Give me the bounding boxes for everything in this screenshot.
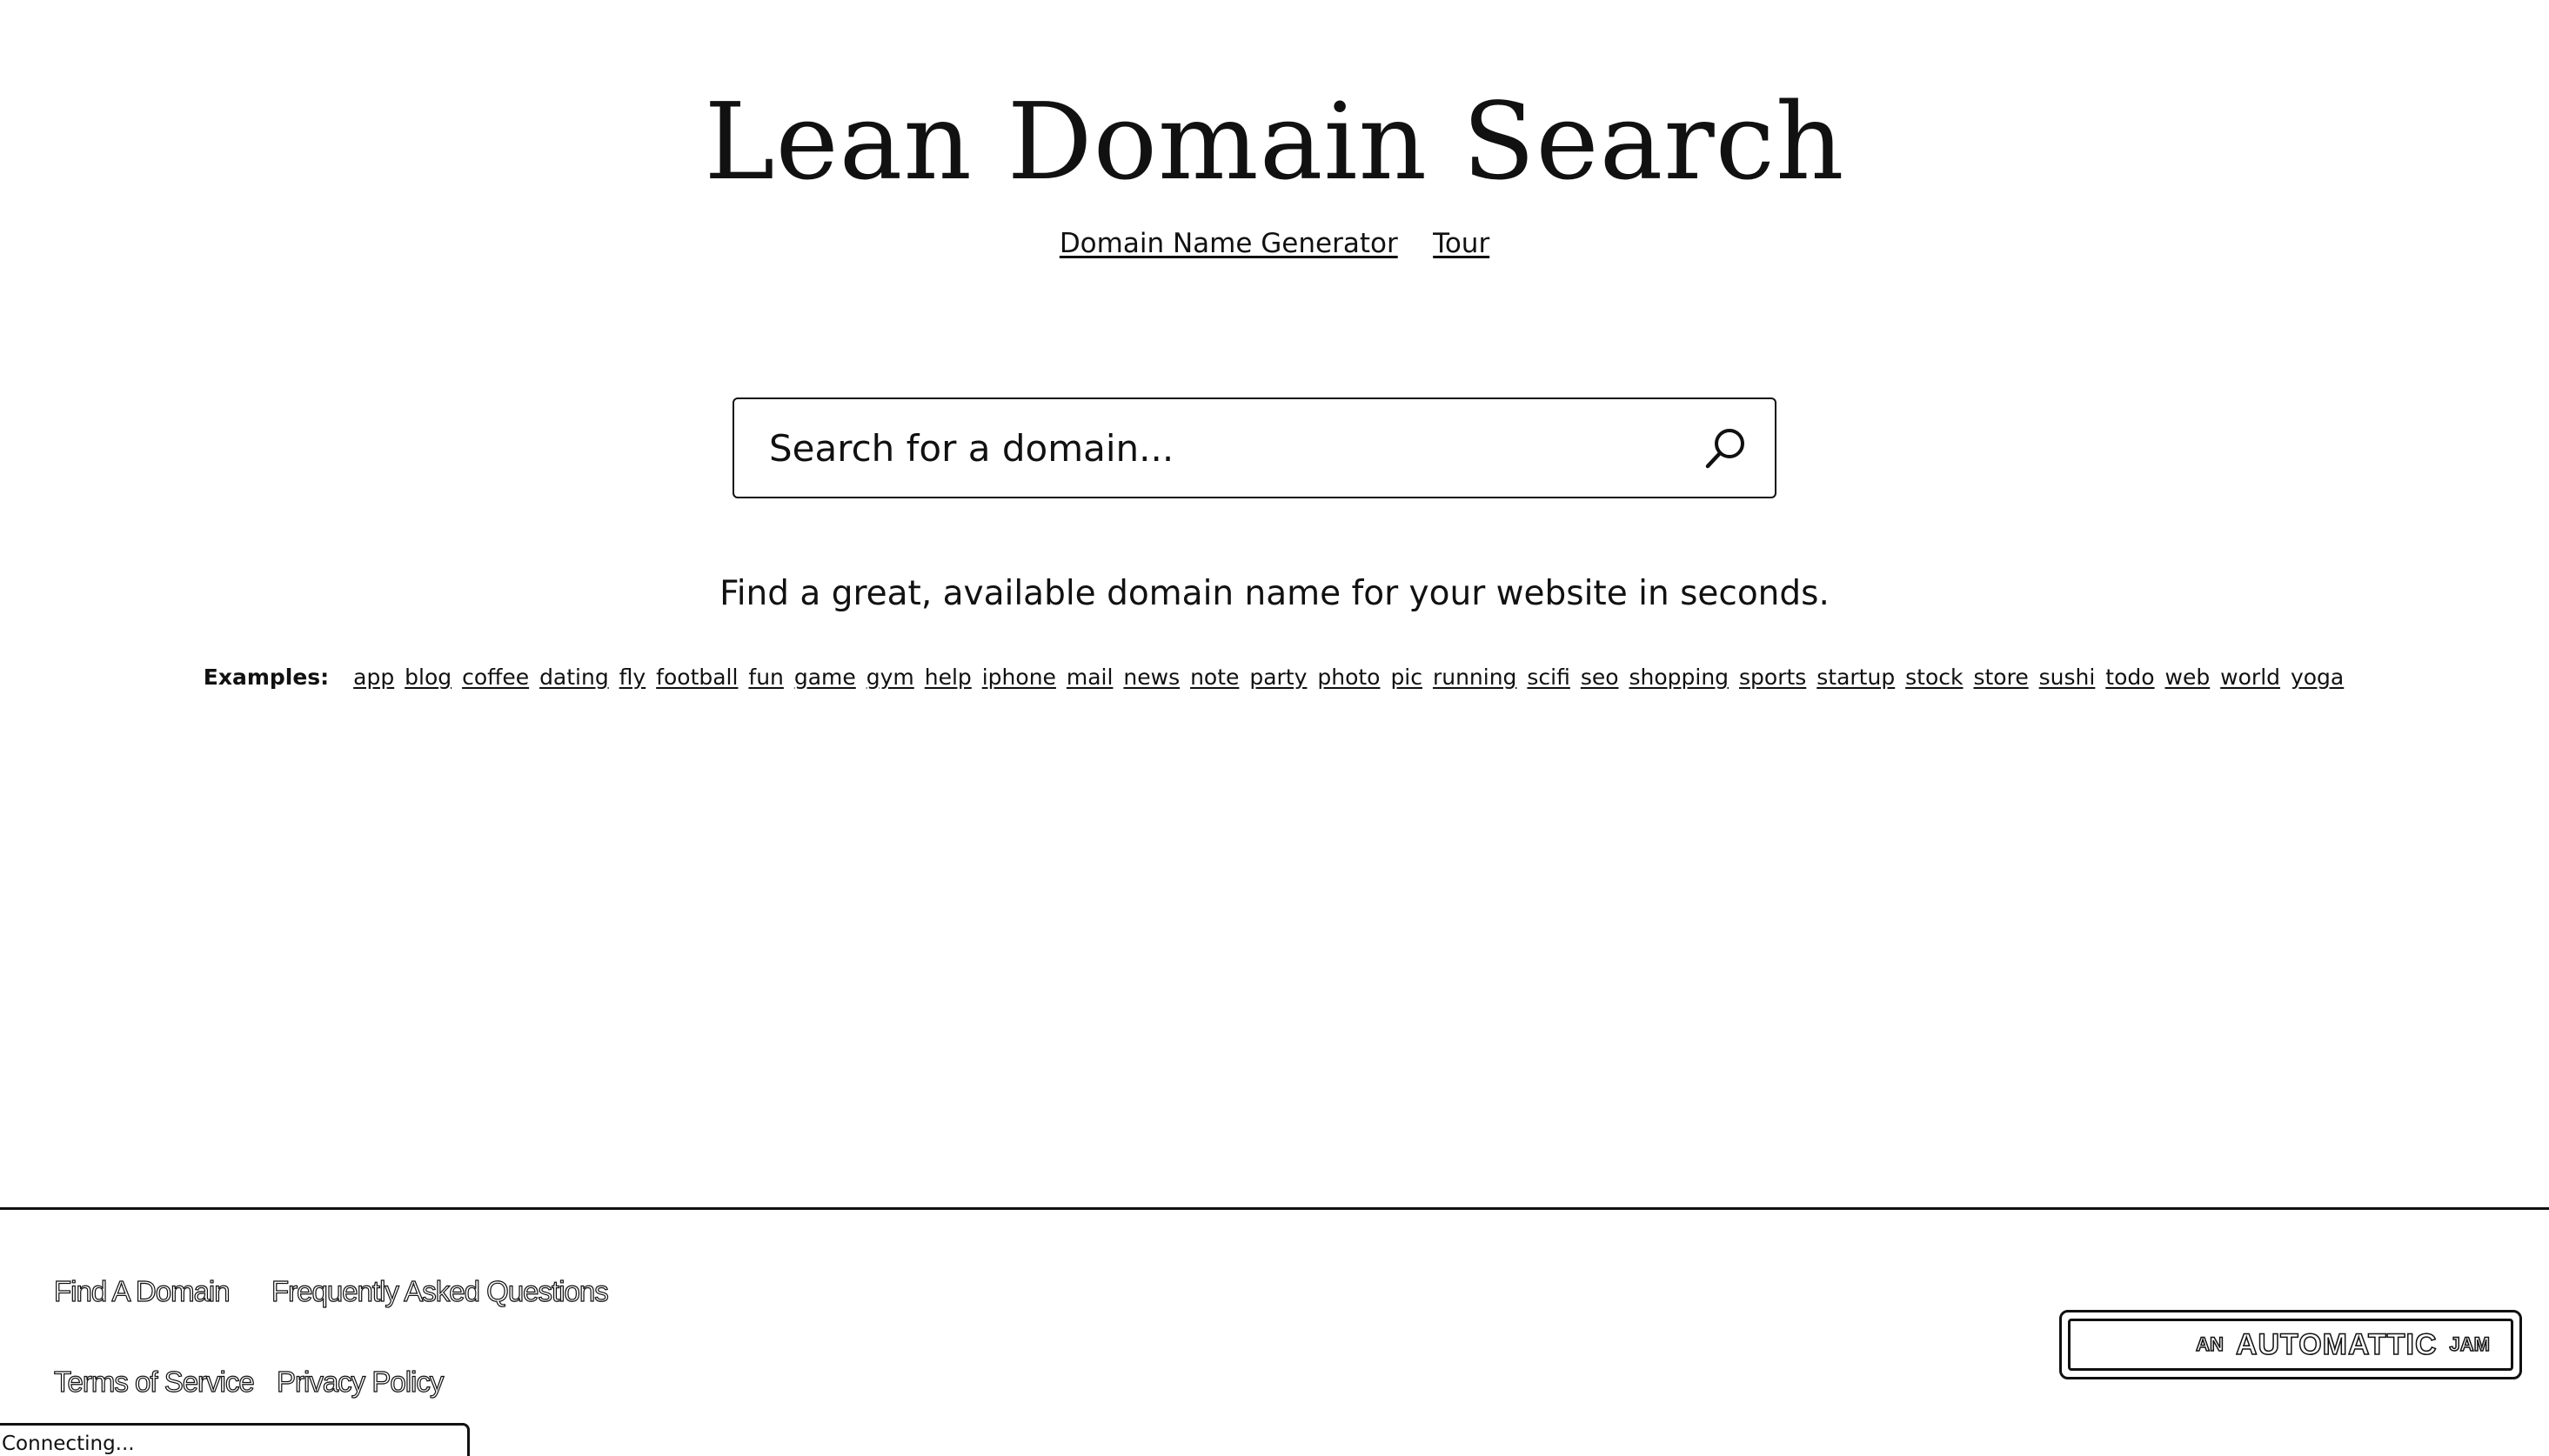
example-link[interactable]: running	[1433, 665, 1516, 690]
tagline: Find a great, available domain name for …	[719, 574, 1830, 613]
example-link[interactable]: mail	[1067, 665, 1114, 690]
example-link[interactable]: fun	[748, 665, 784, 690]
example-link[interactable]: photo	[1317, 665, 1380, 690]
example-link[interactable]: sushi	[2039, 665, 2096, 690]
site-title: Lean Domain Search	[704, 80, 1845, 204]
examples-row: Examples: app blog coffee dating fly foo…	[0, 665, 2549, 690]
footer-divider	[0, 1207, 2549, 1210]
example-link[interactable]: news	[1123, 665, 1180, 690]
example-link[interactable]: app	[353, 665, 394, 690]
search-icon	[1703, 424, 1750, 476]
example-link[interactable]: gym	[866, 665, 914, 690]
footer-find-a-domain[interactable]: Find A Domain	[53, 1274, 231, 1308]
top-nav: Domain Name Generator Tour	[0, 228, 2549, 259]
example-link[interactable]: football	[656, 665, 738, 690]
example-link[interactable]: coffee	[462, 665, 529, 690]
example-link[interactable]: stock	[1905, 665, 1963, 690]
example-link[interactable]: iphone	[982, 665, 1056, 690]
example-link[interactable]: startup	[1816, 665, 1895, 690]
footer-privacy-policy[interactable]: Privacy Policy	[276, 1365, 445, 1399]
status-text: Connecting...	[2, 1433, 135, 1455]
nav-tour[interactable]: Tour	[1433, 228, 1489, 259]
nav-domain-name-generator[interactable]: Domain Name Generator	[1060, 228, 1398, 259]
example-link[interactable]: todo	[2105, 665, 2154, 690]
example-link[interactable]: help	[925, 665, 972, 690]
example-link[interactable]: sports	[1739, 665, 1806, 690]
badge-suffix: JAM	[2449, 1332, 2491, 1356]
example-link[interactable]: web	[2165, 665, 2211, 690]
automattic-jam-badge[interactable]: AN AUTOMATTIC JAM	[2059, 1310, 2522, 1379]
badge-prefix: AN	[2195, 1332, 2224, 1356]
search-box	[733, 397, 1776, 498]
badge-brand: AUTOMATTIC	[2235, 1327, 2438, 1362]
footer-terms-of-service[interactable]: Terms of Service	[53, 1365, 255, 1399]
example-link[interactable]: store	[1973, 665, 2028, 690]
search-button[interactable]	[1700, 424, 1752, 476]
example-list: app blog coffee dating fly football fun …	[351, 665, 2345, 690]
example-link[interactable]: pic	[1390, 665, 1422, 690]
example-link[interactable]: blog	[405, 665, 452, 690]
examples-label: Examples:	[203, 665, 330, 690]
footer-faq[interactable]: Frequently Asked Questions	[271, 1274, 609, 1308]
example-link[interactable]: world	[2220, 665, 2280, 690]
status-bar: Connecting...	[0, 1423, 470, 1456]
example-link[interactable]: seo	[1581, 665, 1619, 690]
example-link[interactable]: fly	[619, 665, 646, 690]
example-link[interactable]: party	[1249, 665, 1307, 690]
example-link[interactable]: shopping	[1629, 665, 1729, 690]
search-input[interactable]	[734, 399, 1674, 497]
example-link[interactable]: note	[1190, 665, 1239, 690]
example-link[interactable]: scifi	[1527, 665, 1569, 690]
example-link[interactable]: yoga	[2291, 665, 2344, 690]
example-link[interactable]: game	[794, 665, 856, 690]
example-link[interactable]: dating	[539, 665, 609, 690]
badge-inner: AN AUTOMATTIC JAM	[2068, 1319, 2513, 1371]
